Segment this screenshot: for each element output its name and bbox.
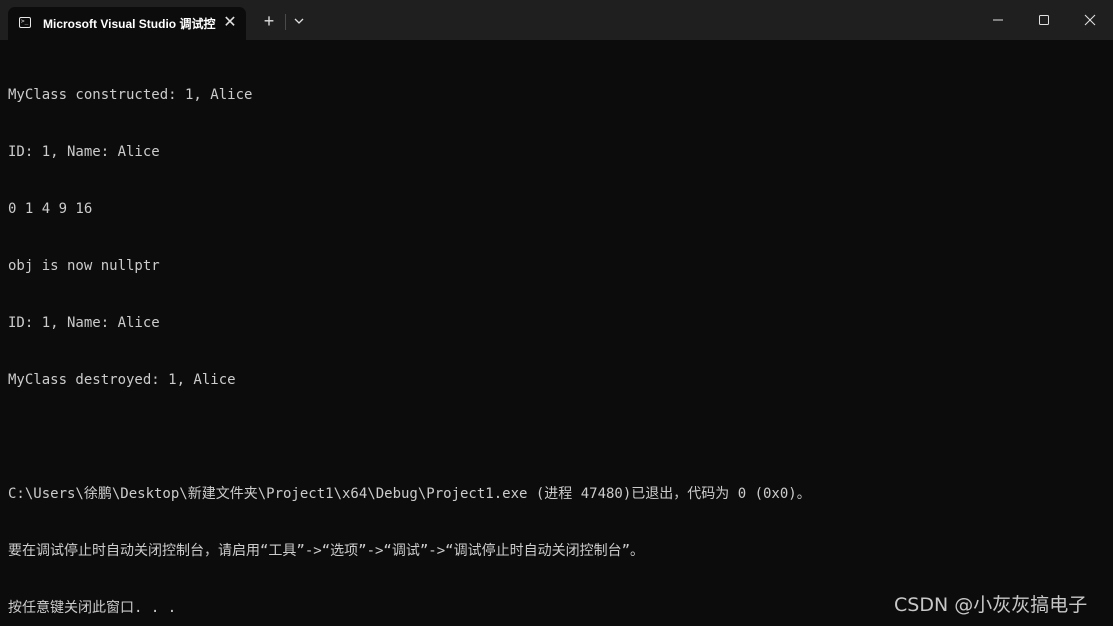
tab-dropdown-button[interactable] bbox=[290, 12, 308, 30]
console-line: ID: 1, Name: Alice bbox=[8, 144, 160, 160]
terminal-window: >_ Microsoft Visual Studio 调试控 ✕ + MyCla… bbox=[0, 0, 1113, 626]
console-output[interactable]: MyClass constructed: 1, Alice ID: 1, Nam… bbox=[8, 48, 1108, 626]
console-line: 要在调试停止时自动关闭控制台，请启用“工具”->“选项”->“调试”->“调试停… bbox=[8, 543, 644, 559]
close-window-button[interactable] bbox=[1067, 0, 1113, 40]
chevron-down-icon bbox=[294, 18, 304, 24]
watermark-text: CSDN @小灰灰搞电子 bbox=[894, 594, 1088, 616]
maximize-icon bbox=[1039, 15, 1049, 25]
tab-debug-console[interactable]: >_ Microsoft Visual Studio 调试控 ✕ bbox=[8, 7, 246, 40]
console-line: ID: 1, Name: Alice bbox=[8, 315, 160, 331]
console-line: C:\Users\徐鹏\Desktop\新建文件夹\Project1\x64\D… bbox=[8, 486, 811, 502]
maximize-button[interactable] bbox=[1021, 0, 1067, 40]
minimize-button[interactable] bbox=[975, 0, 1021, 40]
minimize-icon bbox=[993, 19, 1003, 21]
close-icon bbox=[1084, 14, 1096, 26]
new-tab-button[interactable]: + bbox=[258, 10, 280, 32]
terminal-icon: >_ bbox=[19, 17, 31, 28]
tab-separator bbox=[285, 14, 286, 30]
console-line: MyClass constructed: 1, Alice bbox=[8, 87, 253, 103]
console-line: 0 1 4 9 16 bbox=[8, 201, 93, 217]
title-bar: >_ Microsoft Visual Studio 调试控 ✕ + bbox=[0, 0, 1113, 40]
console-line: obj is now nullptr bbox=[8, 258, 160, 274]
close-tab-button[interactable]: ✕ bbox=[220, 13, 240, 33]
tab-title: Microsoft Visual Studio 调试控 bbox=[43, 17, 216, 31]
console-line: MyClass destroyed: 1, Alice bbox=[8, 372, 236, 388]
